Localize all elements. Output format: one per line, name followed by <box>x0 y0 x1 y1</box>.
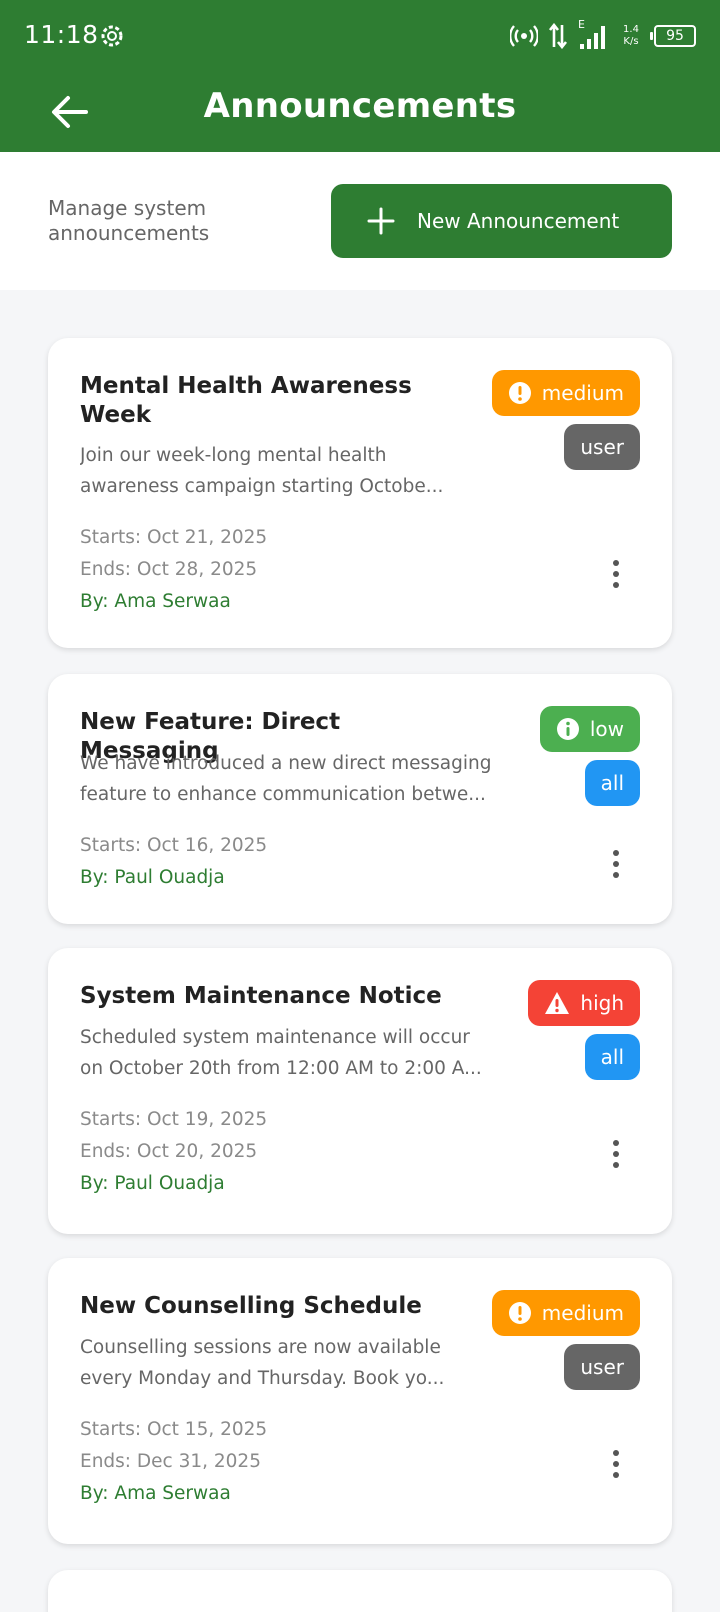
announcement-card[interactable]: New Feature: Direct Messaging low all We… <box>48 674 672 924</box>
announcement-description: We have introduced a new direct messagin… <box>80 753 492 805</box>
end-date: Ends: Oct 20, 2025 <box>80 1141 258 1162</box>
new-announcement-label: New Announcement <box>417 209 620 233</box>
announcement-list: Mental Health Awareness Week medium user… <box>0 290 720 1612</box>
start-date: Starts: Oct 21, 2025 <box>80 527 268 548</box>
author: By: Ama Serwaa <box>80 1483 231 1504</box>
audience-badge: all <box>584 760 640 806</box>
priority-badge-medium: medium <box>491 370 640 416</box>
priority-badge-medium: medium <box>491 1290 640 1336</box>
announcement-description: Join our week-long mental health awarene… <box>80 445 444 497</box>
net-speed: 1.4 K/s <box>623 24 639 47</box>
author: By: Ama Serwaa <box>80 591 231 612</box>
announcement-description: Counselling sessions are now available e… <box>80 1337 445 1389</box>
author: By: Paul Ouadja <box>80 867 225 888</box>
more-options-button[interactable] <box>600 1444 632 1484</box>
announcement-card[interactable]: System Maintenance Notice high all Sched… <box>48 948 672 1234</box>
settings-status-icon <box>101 25 123 47</box>
audience-badge: user <box>564 424 640 470</box>
start-date: Starts: Oct 15, 2025 <box>80 1419 268 1440</box>
page-title: Announcements <box>203 86 517 126</box>
priority-badge-high: high <box>528 980 640 1026</box>
header-toolbar: Manage system announcements New Announce… <box>0 152 720 290</box>
warning-triangle-icon <box>545 992 570 1014</box>
author: By: Paul Ouadja <box>80 1173 225 1194</box>
more-options-button[interactable] <box>600 844 632 884</box>
new-announcement-button[interactable]: New Announcement <box>331 184 672 258</box>
announcement-card[interactable]: Mental Health Awareness Week medium user… <box>48 338 672 648</box>
start-date: Starts: Oct 16, 2025 <box>80 835 268 856</box>
data-transfer-icon <box>548 23 568 49</box>
exclamation-circle-icon <box>508 382 531 404</box>
status-icons: E 1.4 K/s 95 <box>510 18 696 52</box>
signal-icon: E <box>578 18 608 50</box>
announcement-description: Scheduled system maintenance will occur … <box>80 1027 482 1079</box>
audience-badge: user <box>564 1344 640 1390</box>
announcement-card[interactable] <box>48 1570 672 1612</box>
end-date: Ends: Oct 28, 2025 <box>80 559 258 580</box>
status-bar: 11:18 E 1.4 K/s 95 <box>0 0 720 72</box>
audience-badge: all <box>584 1034 640 1080</box>
priority-badge-low: low <box>539 706 640 752</box>
info-circle-icon <box>556 718 579 740</box>
more-options-button[interactable] <box>600 1134 632 1174</box>
hotspot-icon <box>510 25 538 47</box>
announcement-title: System Maintenance Notice <box>80 983 442 1009</box>
page-subtitle: Manage system announcements <box>48 196 210 245</box>
more-options-button[interactable] <box>600 554 632 594</box>
plus-icon <box>367 207 395 235</box>
app-bar: Announcements <box>0 72 720 152</box>
announcement-card[interactable]: New Counselling Schedule medium user Cou… <box>48 1258 672 1544</box>
status-time: 11:18 <box>24 20 99 49</box>
announcement-title: Mental Health Awareness Week <box>80 373 412 428</box>
end-date: Ends: Dec 31, 2025 <box>80 1451 261 1472</box>
exclamation-circle-icon <box>508 1302 531 1324</box>
start-date: Starts: Oct 19, 2025 <box>80 1109 268 1130</box>
announcement-title: New Counselling Schedule <box>80 1293 422 1319</box>
battery-icon: 95 <box>650 25 696 47</box>
